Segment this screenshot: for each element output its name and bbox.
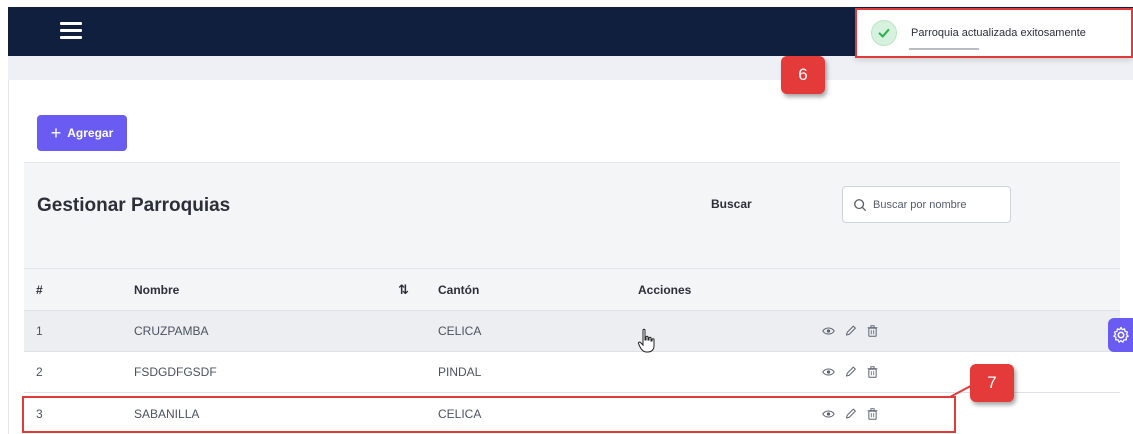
search-input[interactable] xyxy=(873,198,1003,211)
row-number: 1 xyxy=(36,324,43,338)
annotation-badge-7: 7 xyxy=(970,364,1014,402)
search-label: Buscar xyxy=(711,197,752,211)
trash-icon[interactable] xyxy=(866,366,879,379)
gear-icon xyxy=(1112,326,1129,343)
header-canton: Cantón xyxy=(438,282,480,297)
row-name: CRUZPAMBA xyxy=(134,324,209,338)
toast-message: Parroquia actualizada exitosamente xyxy=(911,27,1086,39)
eye-icon[interactable] xyxy=(822,366,835,379)
search-icon xyxy=(854,198,867,211)
header-name: Nombre xyxy=(134,282,180,297)
row-highlight-box xyxy=(22,396,956,433)
table-row[interactable]: 1 CRUZPAMBA CELICA xyxy=(24,310,1120,351)
plus-icon: + xyxy=(50,123,62,143)
annotation-badge-6: 6 xyxy=(781,56,825,94)
search-field[interactable] xyxy=(842,186,1011,223)
header-actions: Acciones xyxy=(638,282,692,297)
header-number: # xyxy=(36,282,43,297)
row-canton: CELICA xyxy=(438,324,482,338)
pencil-icon[interactable] xyxy=(844,366,857,379)
eye-icon[interactable] xyxy=(822,325,835,338)
sort-icon[interactable]: ⇅ xyxy=(398,282,409,298)
row-name: FSDGDFGSDF xyxy=(134,365,217,379)
trash-icon[interactable] xyxy=(866,325,879,338)
settings-button[interactable] xyxy=(1108,318,1133,352)
add-button-label: Agregar xyxy=(67,126,114,140)
check-circle-icon xyxy=(871,20,897,46)
page-title: Gestionar Parroquias xyxy=(37,195,231,216)
add-button[interactable]: + Agregar xyxy=(37,115,127,151)
page-root: + Agregar Gestionar Parroquias Buscar # … xyxy=(0,0,1133,434)
success-toast: Parroquia actualizada exitosamente xyxy=(855,8,1133,58)
sub-header-bar xyxy=(8,56,1133,80)
row-canton: PINDAL xyxy=(438,365,482,379)
hand-cursor-icon xyxy=(637,328,655,353)
row-actions xyxy=(822,325,879,338)
table-row[interactable]: 2 FSDGDFGSDF PINDAL xyxy=(24,351,1120,392)
hamburger-icon[interactable] xyxy=(60,22,82,40)
table-header: # Nombre ⇅ Cantón Acciones xyxy=(24,268,1120,310)
pencil-icon[interactable] xyxy=(844,325,857,338)
row-actions xyxy=(822,366,879,379)
row-number: 2 xyxy=(36,365,43,379)
toast-progress xyxy=(909,48,979,50)
